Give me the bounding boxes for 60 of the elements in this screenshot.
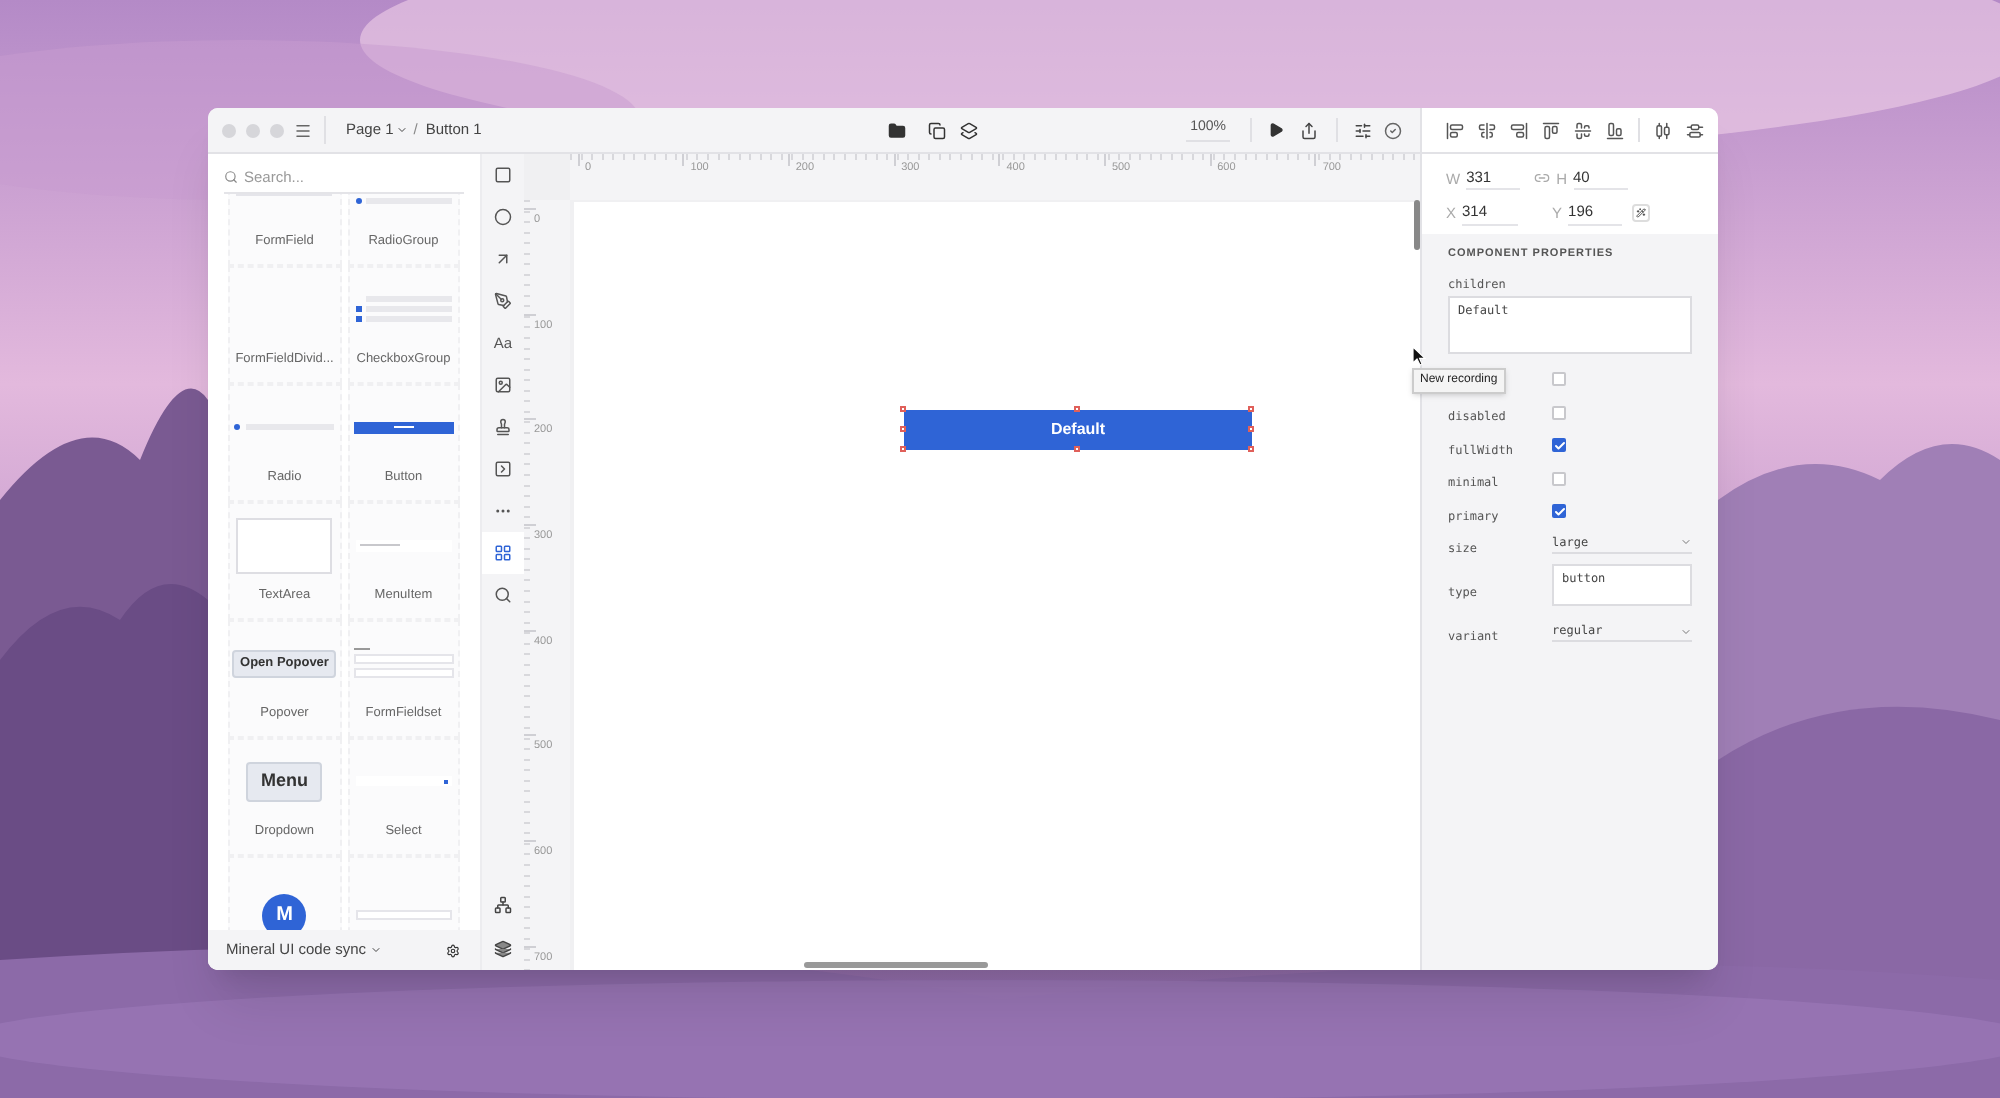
distribute-horizontal-icon[interactable]: [1654, 121, 1672, 139]
export-icon[interactable]: [1300, 121, 1318, 139]
menu-icon[interactable]: [294, 121, 312, 139]
stamp-icon: [494, 418, 512, 436]
edit-button[interactable]: [1632, 203, 1651, 222]
resize-handle[interactable]: [900, 426, 906, 432]
avatar: M: [262, 893, 307, 930]
pen-icon: [494, 292, 512, 310]
resize-handle[interactable]: [900, 446, 906, 452]
resize-handle[interactable]: [1248, 406, 1254, 412]
checkbox[interactable]: [1552, 372, 1566, 387]
align-middle-icon[interactable]: [1574, 121, 1592, 139]
menu-item-preview: [355, 539, 452, 552]
select-preview: [355, 776, 452, 787]
field-preview: [355, 910, 452, 920]
copy-icon[interactable]: [928, 121, 947, 139]
fieldset-preview: [353, 648, 454, 679]
tool-button[interactable]: [482, 532, 524, 574]
checkbox[interactable]: [1552, 438, 1566, 453]
caret-icon: [370, 944, 383, 956]
component-icon: [494, 460, 512, 478]
align-bottom-icon[interactable]: [1606, 121, 1624, 139]
arrow-icon: [494, 250, 512, 268]
caret-icon: [1680, 536, 1692, 549]
play-icon[interactable]: [1268, 122, 1284, 138]
layers-icon[interactable]: [494, 939, 512, 957]
hierarchy-icon[interactable]: [494, 895, 512, 913]
resize-handle[interactable]: [1074, 406, 1080, 412]
component-tile[interactable]: M: [228, 856, 341, 930]
dropdown-button: Menu: [246, 761, 323, 802]
option-list-preview: [355, 296, 452, 323]
scrollbar[interactable]: [1414, 200, 1420, 250]
search-icon: [224, 170, 238, 184]
sliders-icon[interactable]: [1354, 121, 1372, 139]
circle-icon: [494, 208, 512, 226]
align-top-icon[interactable]: [1542, 121, 1560, 139]
distribute-vertical-icon[interactable]: [1686, 121, 1704, 139]
resize-handle[interactable]: [900, 406, 906, 412]
selected-button[interactable]: Default: [904, 410, 1252, 450]
align-center-icon[interactable]: [1478, 121, 1496, 139]
search-icon: [494, 586, 512, 604]
resize-handle[interactable]: [1074, 446, 1080, 452]
caret-icon: [1680, 625, 1692, 638]
checkbox[interactable]: [1552, 471, 1566, 486]
grid-icon: [494, 544, 512, 562]
resize-handle[interactable]: [1248, 446, 1254, 452]
textarea-preview: [236, 517, 333, 574]
resize-handle[interactable]: [1248, 426, 1254, 432]
align-right-icon[interactable]: [1510, 121, 1528, 139]
wand-icon: [1636, 207, 1647, 218]
scrollbar[interactable]: [804, 962, 988, 968]
caret-icon: [395, 124, 408, 136]
image-icon: [494, 376, 512, 394]
folder-icon[interactable]: [888, 121, 907, 139]
settings-icon[interactable]: [446, 943, 460, 957]
rectangle-icon: [494, 166, 512, 184]
align-left-icon[interactable]: [1446, 121, 1464, 139]
checkbox[interactable]: [1552, 405, 1566, 420]
check-circle-icon[interactable]: [1384, 121, 1402, 139]
button-preview: [353, 421, 454, 434]
